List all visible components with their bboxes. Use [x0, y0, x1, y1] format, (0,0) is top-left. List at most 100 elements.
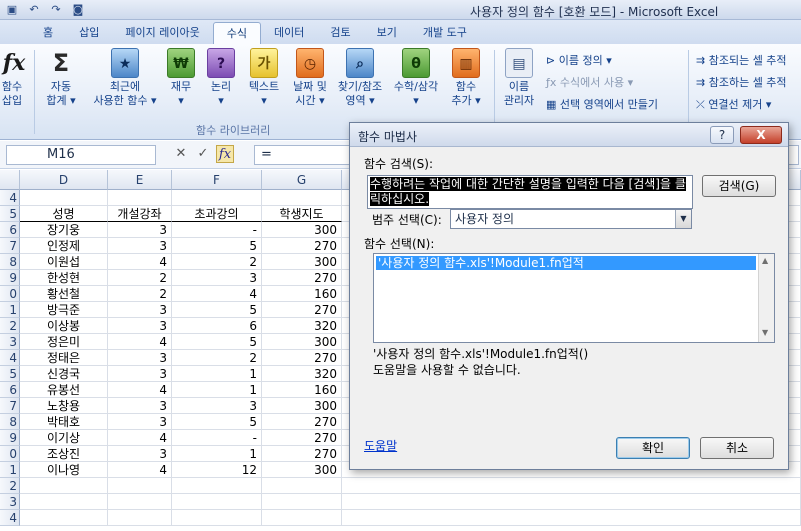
- tab-data[interactable]: 데이터: [261, 22, 317, 44]
- column-header-g[interactable]: G: [262, 170, 342, 190]
- grid-cell[interactable]: -: [172, 222, 262, 238]
- grid-cell[interactable]: 이나영: [20, 462, 108, 478]
- grid-cell[interactable]: 4: [108, 430, 172, 446]
- function-list-scrollbar[interactable]: ▲ ▼: [758, 254, 774, 342]
- row-header[interactable]: 1: [0, 462, 20, 478]
- grid-cell[interactable]: 1: [172, 366, 262, 382]
- grid-cell[interactable]: 정은미: [20, 334, 108, 350]
- column-title-cell[interactable]: 개설강좌: [108, 206, 172, 222]
- grid-cell[interactable]: 270: [262, 238, 342, 254]
- financial-button[interactable]: ₩ 재무 ▾: [164, 48, 198, 108]
- column-title-cell[interactable]: 학생지도: [262, 206, 342, 222]
- grid-cell[interactable]: 3: [108, 414, 172, 430]
- lookup-reference-button[interactable]: ⌕ 찾기/참조 영역 ▾: [332, 48, 388, 108]
- grid-cell[interactable]: 270: [262, 446, 342, 462]
- help-link[interactable]: 도움말: [364, 437, 397, 454]
- dialog-close-button[interactable]: X: [740, 126, 782, 144]
- grid-cell[interactable]: 3: [108, 446, 172, 462]
- grid-cell[interactable]: 3: [108, 238, 172, 254]
- column-header-f[interactable]: F: [172, 170, 262, 190]
- confirm-check-icon[interactable]: ✓: [194, 145, 212, 163]
- autosum-button[interactable]: Σ 자동 합계 ▾: [40, 48, 82, 108]
- cancel-button[interactable]: 취소: [700, 437, 774, 459]
- row-header[interactable]: 6: [0, 382, 20, 398]
- row-header[interactable]: 3: [0, 494, 20, 510]
- grid-cell[interactable]: 2: [108, 286, 172, 302]
- name-manager-button[interactable]: ▤ 이름 관리자: [500, 48, 538, 108]
- row-header[interactable]: 5: [0, 206, 20, 222]
- grid-cell[interactable]: 1: [172, 446, 262, 462]
- grid-cell[interactable]: 2: [108, 270, 172, 286]
- grid-cell[interactable]: 270: [262, 414, 342, 430]
- grid-cell[interactable]: 4: [108, 334, 172, 350]
- save-icon[interactable]: ▣: [4, 2, 20, 17]
- ok-button[interactable]: 확인: [616, 437, 690, 459]
- scroll-down-icon[interactable]: ▼: [762, 328, 768, 337]
- grid-cell[interactable]: 5: [172, 302, 262, 318]
- grid-cell[interactable]: 270: [262, 302, 342, 318]
- tab-home[interactable]: 홈: [30, 22, 66, 44]
- dialog-help-button[interactable]: ?: [710, 126, 734, 144]
- remove-arrows-button[interactable]: ⤫ 연결선 제거 ▾: [696, 96, 771, 112]
- search-button[interactable]: 검색(G): [702, 175, 776, 197]
- grid-cell[interactable]: [108, 190, 172, 206]
- row-header[interactable]: 9: [0, 430, 20, 446]
- grid-cell[interactable]: 270: [262, 270, 342, 286]
- logical-button[interactable]: ? 논리 ▾: [204, 48, 238, 108]
- grid-cell[interactable]: 2: [172, 254, 262, 270]
- grid-cell[interactable]: 300: [262, 222, 342, 238]
- grid-cell[interactable]: 3: [108, 398, 172, 414]
- grid-cell[interactable]: 인정제: [20, 238, 108, 254]
- grid-cell[interactable]: [172, 190, 262, 206]
- grid-cell[interactable]: 장기웅: [20, 222, 108, 238]
- grid-cell[interactable]: 300: [262, 462, 342, 478]
- row-header[interactable]: 8: [0, 414, 20, 430]
- function-list-item[interactable]: '사용자 정의 함수.xls'!Module1.fn업적: [376, 256, 756, 270]
- grid-cell[interactable]: 320: [262, 318, 342, 334]
- grid-cell[interactable]: [262, 478, 342, 494]
- more-functions-button[interactable]: ▥ 함수 추가 ▾: [446, 48, 486, 108]
- grid-cell[interactable]: 5: [172, 334, 262, 350]
- grid-cell[interactable]: [20, 510, 108, 526]
- use-in-formula-button[interactable]: ƒx 수식에서 사용 ▾: [546, 74, 633, 90]
- grid-cell[interactable]: 270: [262, 350, 342, 366]
- grid-cell[interactable]: 300: [262, 334, 342, 350]
- grid-cell[interactable]: 조상진: [20, 446, 108, 462]
- grid-cell[interactable]: 270: [262, 430, 342, 446]
- grid-cell[interactable]: [20, 190, 108, 206]
- grid-cell[interactable]: 방극준: [20, 302, 108, 318]
- grid-cell[interactable]: 160: [262, 286, 342, 302]
- grid-cell[interactable]: [342, 494, 801, 510]
- scroll-up-icon[interactable]: ▲: [762, 256, 768, 265]
- row-header[interactable]: 7: [0, 398, 20, 414]
- grid-cell[interactable]: [172, 510, 262, 526]
- row-header[interactable]: 2: [0, 318, 20, 334]
- grid-cell[interactable]: 4: [108, 462, 172, 478]
- define-name-button[interactable]: ⊳ 이름 정의 ▾: [546, 52, 612, 68]
- grid-cell[interactable]: 4: [108, 254, 172, 270]
- tab-review[interactable]: 검토: [317, 22, 363, 44]
- row-header[interactable]: 0: [0, 446, 20, 462]
- grid-cell[interactable]: 160: [262, 382, 342, 398]
- grid-cell[interactable]: 12: [172, 462, 262, 478]
- function-list[interactable]: '사용자 정의 함수.xls'!Module1.fn업적 ▲ ▼: [373, 253, 775, 343]
- grid-cell[interactable]: 3: [108, 302, 172, 318]
- math-trig-button[interactable]: θ 수학/삼각 ▾: [388, 48, 444, 108]
- create-from-selection-button[interactable]: ▦ 선택 영역에서 만들기: [546, 96, 658, 112]
- category-select[interactable]: 사용자 정의 ▼: [450, 209, 692, 229]
- grid-cell[interactable]: 4: [172, 286, 262, 302]
- grid-cell[interactable]: [262, 190, 342, 206]
- tab-insert[interactable]: 삽입: [66, 22, 112, 44]
- grid-cell[interactable]: [262, 494, 342, 510]
- column-header-e[interactable]: E: [108, 170, 172, 190]
- grid-cell[interactable]: 4: [108, 382, 172, 398]
- grid-cell[interactable]: 노창용: [20, 398, 108, 414]
- date-time-button[interactable]: ◷ 날짜 및 시간 ▾: [288, 48, 332, 108]
- row-header[interactable]: 4: [0, 190, 20, 206]
- recent-functions-button[interactable]: ★ 최근에 사용한 함수 ▾: [86, 48, 164, 108]
- grid-cell[interactable]: 3: [108, 318, 172, 334]
- chevron-down-icon[interactable]: ▼: [675, 210, 691, 228]
- row-header[interactable]: 3: [0, 334, 20, 350]
- grid-cell[interactable]: 5: [172, 238, 262, 254]
- grid-cell[interactable]: 300: [262, 254, 342, 270]
